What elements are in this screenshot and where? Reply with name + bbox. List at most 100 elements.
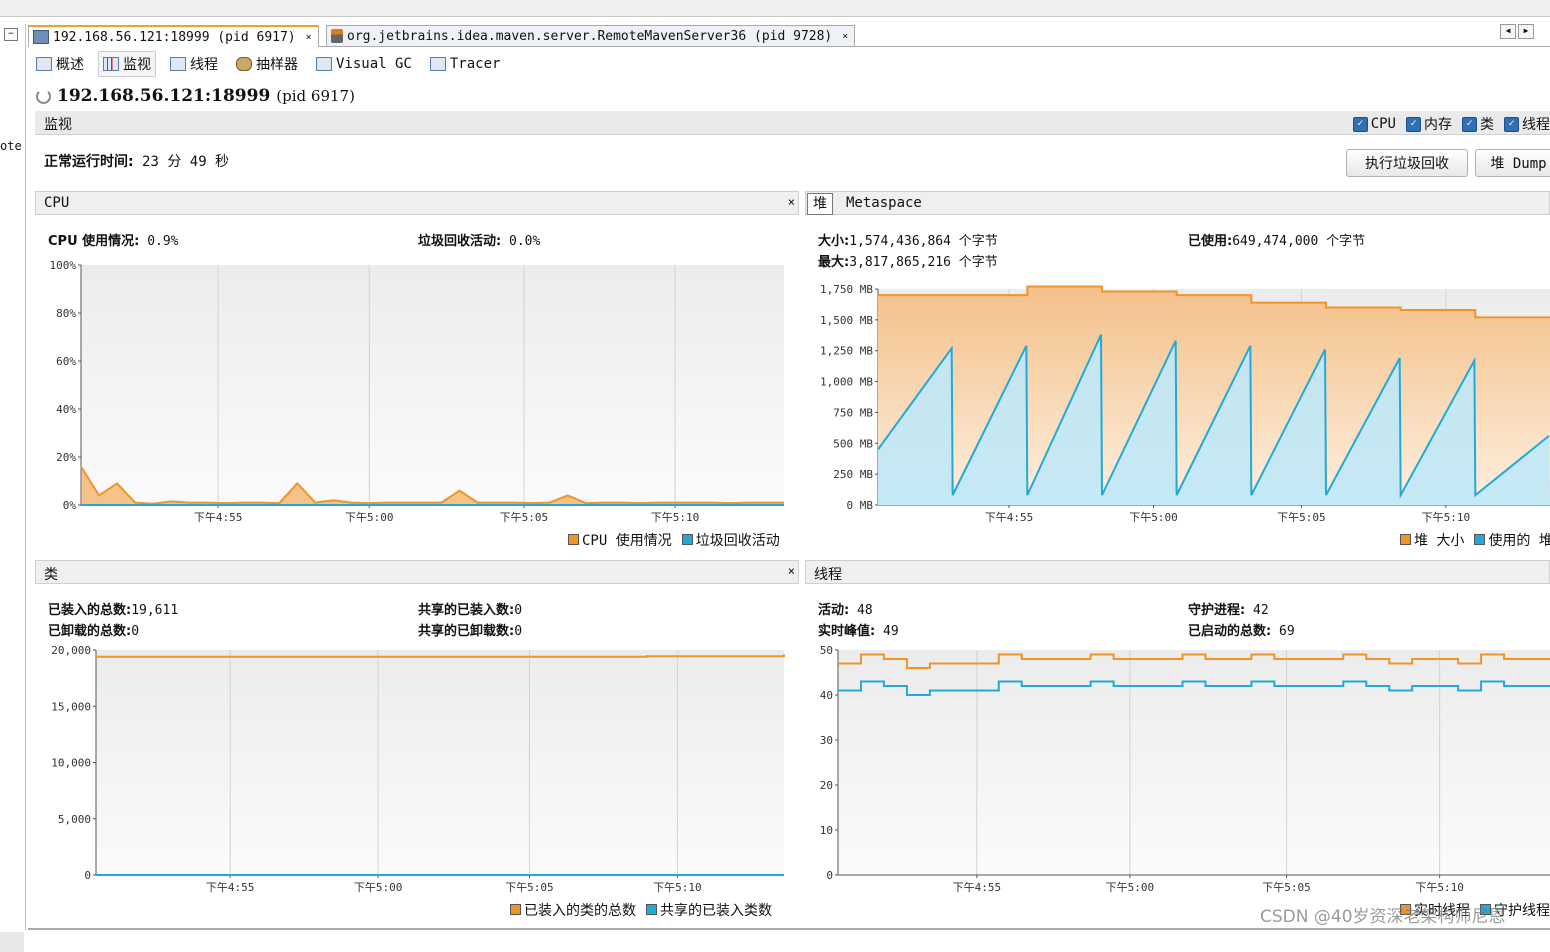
y-tick-label: 20% [56,451,76,464]
java-icon [331,29,343,43]
stat-label: 已卸载的总数: [48,624,132,639]
stat-value: 49 [883,624,899,639]
subtab-tracer[interactable]: Tracer [426,54,505,74]
checkbox-label: 类 [1480,117,1494,133]
checkbox-cpu[interactable]: ✓ CPU [1352,116,1396,132]
y-tick-label: 750 MB [833,406,873,419]
checkbox-memory[interactable]: ✓ 内存 [1406,114,1452,134]
stat-label: 共享的已卸载数: [418,624,515,639]
heap-max-stat: 最大:3,817,865,216 个字节 [818,251,998,270]
shared-unloaded-stat: 共享的已卸载数:0 [418,620,522,639]
stat-value: 69 [1279,624,1295,639]
classes-loaded-stat: 已装入的总数:19,611 [48,599,178,618]
arrow-left-icon[interactable]: ◀ [1500,24,1516,39]
heap-chart: 1,750 MB 1,500 MB 1,250 MB 1,000 MB 750 MB 50… [820,283,1550,524]
tab-label: org.jetbrains.idea.maven.server.RemoteMa… [347,28,833,44]
y-tick-label: 0 MB [847,499,874,512]
legend-swatch [1474,534,1486,545]
stat-value: 3,817,865,216 个字节 [849,255,998,270]
y-tick-label: 40 [820,689,833,702]
x-tick-label: 下午5:05 [1262,881,1311,894]
legend-swatch [1400,534,1411,545]
close-icon[interactable]: × [788,195,795,209]
cpu-chart: 100% 80% 60% 40% 20% 0% 下午4:55 下午5:00 下午5:05 下午5:… [50,259,784,524]
y-tick-label: 80% [56,307,76,320]
chart-toggle-checkboxes: ✓ CPU ✓ 内存 ✓ 类 ✓ 线程 [1352,114,1550,134]
stat-label: 共享的已装入数: [418,603,515,618]
stat-label: 守护进程: [1188,603,1246,618]
stat-value: 0 [514,603,523,618]
checkbox-classes[interactable]: ✓ 类 [1462,114,1494,134]
x-tick-label: 下午5:05 [1277,511,1326,524]
checkbox-label: CPU [1370,116,1396,132]
y-tick-label: 60% [56,355,76,368]
shared-loaded-stat: 共享的已装入数:0 [418,599,522,618]
cpu-usage-stat: CPU 使用情况: 0.9% [48,230,179,249]
classes-panel-header: 类 × [35,560,799,584]
document-tab-bar: 192.168.56.121:18999 (pid 6917) × org.je… [28,24,1550,47]
tab-maven-server[interactable]: org.jetbrains.idea.maven.server.RemoteMa… [326,25,856,46]
heap-size-stat: 大小:1,574,436,864 个字节 [818,230,998,249]
tab-remote-host[interactable]: 192.168.56.121:18999 (pid 6917) × [28,25,319,47]
subtab-overview[interactable]: 概述 [32,52,88,76]
legend-swatch [510,904,521,915]
subtab-monitor[interactable]: 监视 [98,51,156,77]
heap-dump-button[interactable]: 堆 Dump [1475,149,1550,177]
perform-gc-button[interactable]: 执行垃圾回收 [1346,149,1468,177]
stat-label: 大小: [818,234,850,249]
threads-started-stat: 已启动的总数: 69 [1188,620,1295,639]
checkmark-icon: ✓ [1352,116,1368,132]
host-icon [33,30,49,44]
arrow-right-icon[interactable]: ▶ [1518,24,1534,39]
stat-label: 垃圾回收活动: [418,234,502,249]
legend-item-shared-classes: 共享的已装入类数 [646,900,772,920]
close-icon[interactable]: × [842,31,848,42]
x-tick-label: 下午5:00 [345,511,394,524]
sampler-icon [236,57,252,71]
monitor-section-header: 监视 ✓ CPU ✓ 内存 ✓ 类 ✓ 线程 [35,111,1550,135]
close-icon[interactable]: × [788,564,795,578]
legend-swatch [681,534,693,545]
stat-label: 已使用: [1188,234,1233,249]
tab-heap[interactable]: 堆 [807,193,833,215]
tab-nav-arrows: ◀ ▶ [1500,24,1534,39]
y-tick-label: 50 [820,644,833,657]
overview-icon [36,57,52,71]
uptime-label: 正常运行时间: [44,154,134,170]
subtab-sampler[interactable]: 抽样器 [232,52,302,76]
subtab-label: Tracer [449,56,501,72]
threads-live-stat: 活动: 48 [818,599,873,618]
subtab-visual-gc[interactable]: Visual GC [312,54,416,74]
legend-swatch [646,904,657,915]
x-tick-label: 下午5:00 [354,881,403,894]
stat-label: 最大: [818,255,850,270]
stat-label: 活动: [818,603,850,618]
checkbox-label: 线程 [1522,117,1550,133]
x-tick-label: 下午5:10 [651,511,700,524]
panel-title: 线程 [814,567,842,583]
y-tick-label: 5,000 [58,813,91,826]
subtab-threads[interactable]: 线程 [166,52,222,76]
y-tick-label: 20 [820,779,833,792]
stat-value: 1,574,436,864 个字节 [849,234,998,249]
window-top-bar [0,0,1550,17]
process-title: 192.168.56.121:18999 (pid 6917) [36,86,355,106]
legend-label: 堆 大小 [1414,533,1465,549]
classes-legend: 已装入的类的总数 共享的已装入类数 [510,900,772,920]
legend-swatch [568,534,579,545]
cpu-legend: CPU 使用情况 垃圾回收活动 [568,530,780,550]
x-tick-label: 下午5:05 [500,511,549,524]
legend-label: 已装入的类的总数 [524,903,636,919]
left-explorer-strip: − ote [0,24,26,952]
view-subtabs: 概述 监视 线程 抽样器 Visual GC Tracer [32,51,505,77]
checkbox-threads[interactable]: ✓ 线程 [1504,114,1550,134]
watermark: CSDN @40岁资深老架构师尼恩 [1260,907,1506,927]
threads-daemon-stat: 守护进程: 42 [1188,599,1269,618]
close-icon[interactable]: × [306,32,312,43]
tab-metaspace[interactable]: Metaspace [846,195,922,211]
x-tick-label: 下午4:55 [985,511,1034,524]
threads-peak-stat: 实时峰值: 49 [818,620,899,639]
legend-label: CPU 使用情况 [582,533,672,549]
minimize-icon[interactable]: − [4,28,18,41]
heap-used-stat: 已使用:649,474,000 个字节 [1188,230,1365,249]
